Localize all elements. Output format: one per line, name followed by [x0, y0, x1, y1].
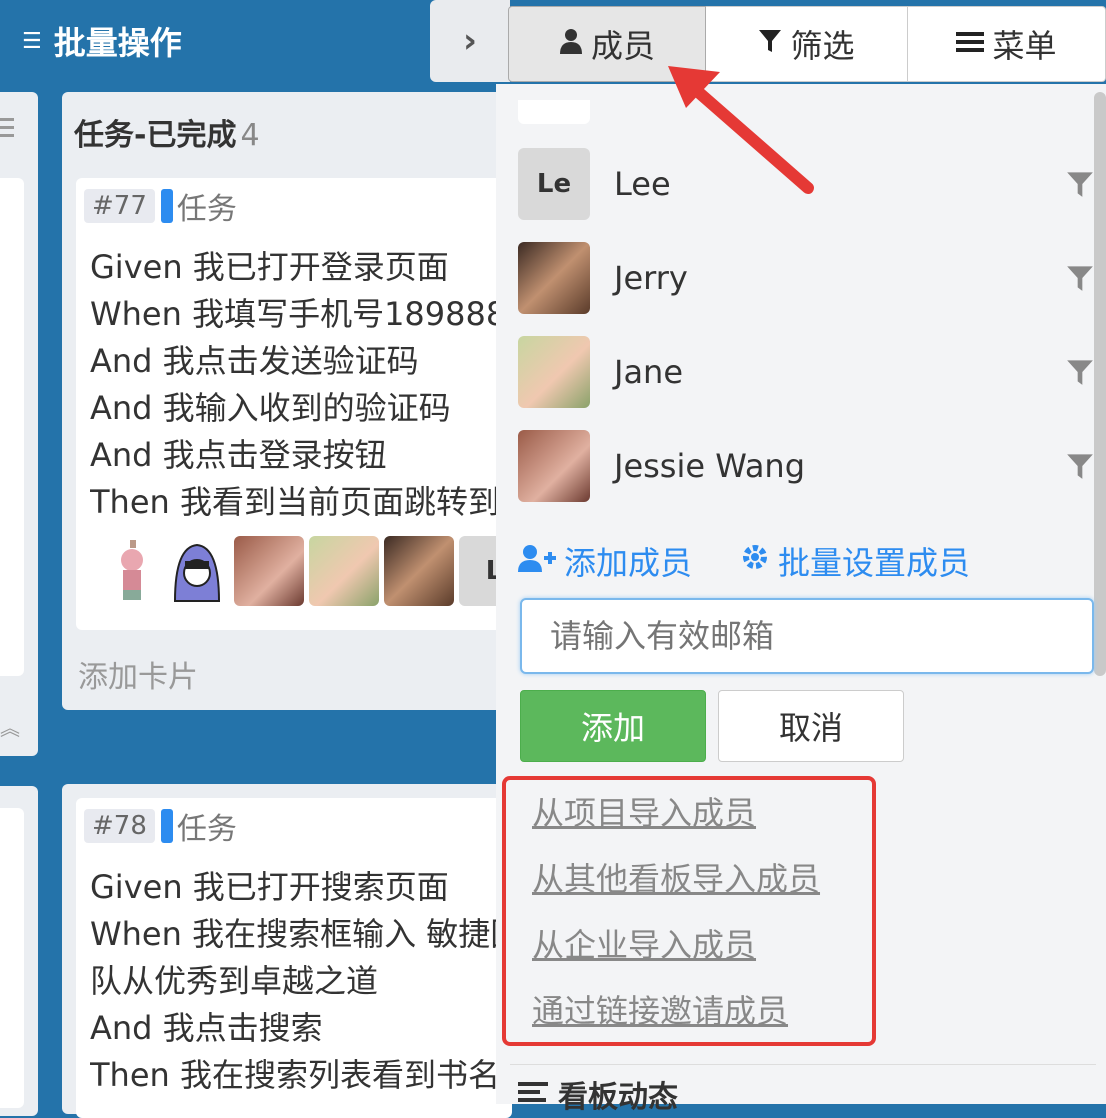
- member-name: Jerry: [614, 259, 688, 297]
- import-from-enterprise-link[interactable]: 从企业导入成员: [532, 920, 756, 966]
- avatar[interactable]: [165, 536, 229, 606]
- card-line: Given 我已打开搜索页面: [90, 868, 449, 906]
- add-member-link[interactable]: 添加成员: [564, 538, 692, 584]
- card-description: Given 我已打开搜索页面 When 我在搜索框输入 敏捷团 队从优秀到卓越之…: [90, 864, 500, 1099]
- card-id: #78: [84, 809, 155, 843]
- panel-scrollbar[interactable]: [1094, 92, 1106, 676]
- menu-icon: [956, 28, 985, 61]
- card-line: 队从优秀到卓越之道: [90, 962, 379, 1000]
- user-icon: [559, 28, 583, 61]
- card-tag: #78 任务: [84, 804, 237, 848]
- batch-ops-label: 批量操作: [53, 24, 182, 62]
- column-count: 4: [240, 118, 260, 153]
- add-user-icon: [518, 542, 556, 580]
- member-item-jessie-wang[interactable]: Jessie Wang: [518, 430, 1094, 502]
- batch-ops-button[interactable]: ☰ 批量操作: [22, 18, 182, 64]
- card-line: When 我在搜索框输入 敏捷团: [90, 915, 500, 953]
- card-description: Given 我已打开登录页面 When 我填写手机号18988889999 An…: [90, 244, 500, 526]
- avatar: [518, 430, 590, 502]
- collapse-panel-button[interactable]: ›: [430, 0, 510, 82]
- avatar[interactable]: [518, 100, 590, 124]
- avatar: [518, 242, 590, 314]
- gear-icon: [740, 542, 770, 580]
- left-menu-icon[interactable]: [0, 118, 14, 140]
- card-tag: #77 任务: [84, 184, 237, 228]
- checklist-icon: ☰: [22, 28, 42, 54]
- card-avatars: L: [104, 536, 510, 608]
- email-input[interactable]: [520, 598, 1094, 674]
- chevron-right-icon: ›: [462, 21, 477, 61]
- column-title: 任务-已完成 4: [74, 118, 260, 153]
- card-id: #77: [84, 189, 155, 223]
- type-color-bar: [160, 809, 173, 843]
- board-activity-header[interactable]: 看板动态: [518, 1072, 678, 1116]
- batch-set-members-link[interactable]: 批量设置成员: [778, 538, 970, 584]
- avatar: Le: [518, 148, 590, 220]
- card-line: And 我点击搜索: [90, 1009, 323, 1047]
- card-line: Given 我已打开登录页面: [90, 248, 449, 286]
- annotation-arrow: [668, 66, 814, 194]
- filter-icon[interactable]: [1066, 358, 1094, 386]
- card-line: And 我点击登录按钮: [90, 436, 387, 474]
- tab-menu[interactable]: 菜单: [908, 6, 1106, 82]
- import-from-project-link[interactable]: 从项目导入成员: [532, 788, 756, 834]
- member-name: Jessie Wang: [614, 447, 806, 485]
- left-card[interactable]: [0, 178, 24, 676]
- avatar: [518, 336, 590, 408]
- cancel-button[interactable]: 取消: [718, 690, 904, 762]
- member-name: Jane: [614, 353, 684, 391]
- card-line: And 我输入收到的验证码: [90, 389, 451, 427]
- avatar[interactable]: [384, 536, 454, 606]
- type-color-bar: [160, 189, 173, 223]
- activity-icon: [518, 1077, 548, 1112]
- filter-icon[interactable]: [1066, 452, 1094, 480]
- import-from-board-link[interactable]: 从其他看板导入成员: [532, 854, 820, 900]
- divider: [510, 1064, 1096, 1065]
- avatar[interactable]: [104, 536, 160, 606]
- left-card-2[interactable]: [0, 808, 24, 1108]
- member-item-jerry[interactable]: Jerry: [518, 242, 1094, 314]
- card-line: When 我填写手机号18988889999: [90, 295, 500, 333]
- card-line: Then 我看到当前页面跳转到: [90, 483, 500, 521]
- avatar[interactable]: [309, 536, 379, 606]
- add-button[interactable]: 添加: [520, 690, 706, 762]
- add-card-button[interactable]: 添加卡片: [78, 652, 198, 696]
- card-line: And 我点击发送验证码: [90, 342, 419, 380]
- avatar[interactable]: [234, 536, 304, 606]
- card-line: Then 我在搜索列表看到书名: [90, 1056, 500, 1094]
- card-type: 任务: [176, 192, 237, 227]
- member-item-jane[interactable]: Jane: [518, 336, 1094, 408]
- filter-icon[interactable]: [1066, 170, 1094, 198]
- invite-by-link-link[interactable]: 通过链接邀请成员: [532, 986, 788, 1032]
- filter-icon[interactable]: [1066, 264, 1094, 292]
- chevron-up-icon[interactable]: ︽: [0, 712, 20, 741]
- member-actions: 添加成员 批量设置成员: [518, 538, 970, 584]
- card-type: 任务: [176, 812, 237, 847]
